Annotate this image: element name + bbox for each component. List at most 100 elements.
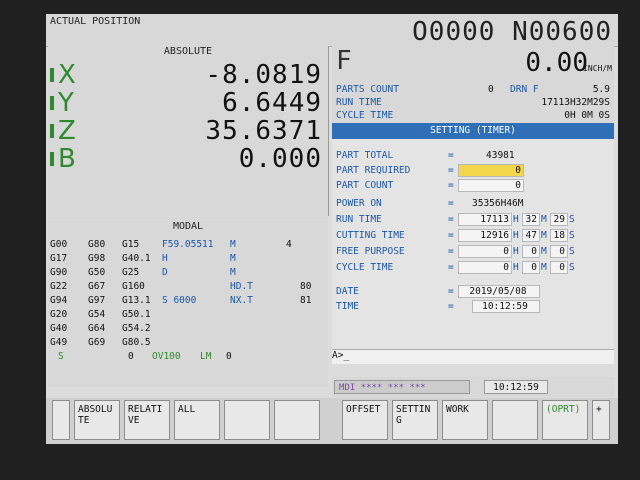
drn-value: 5.9 <box>592 84 610 95</box>
modal-code: G54.2 <box>122 323 151 334</box>
minutes-unit: M <box>541 214 547 225</box>
modal-line: G00 G80 G15 F59.05511 M 4 <box>50 239 326 253</box>
all-softkey[interactable]: ALL <box>174 400 220 440</box>
modal-line: G49 G69 G80.5 <box>50 337 326 351</box>
hours-unit: H <box>513 214 519 225</box>
run-time-seconds-field[interactable]: 29 <box>550 213 568 226</box>
relative-softkey[interactable]: RELATI VE <box>124 400 170 440</box>
run-time-label: RUN TIME <box>336 214 382 225</box>
power-on-label: POWER ON <box>336 198 382 209</box>
run-time-minutes-field[interactable]: 32 <box>522 213 540 226</box>
cycle-time-minutes-field[interactable]: 0 <box>522 261 540 274</box>
feed-rate-panel: F 0.00 INCH/M <box>332 46 614 83</box>
axis-name: B <box>58 144 76 174</box>
machine-stats: PARTS COUNT 0 DRN F 5.9 RUN TIME 17113H3… <box>332 82 614 124</box>
free-purpose-hours-field[interactable]: 0 <box>458 245 512 258</box>
next-page-softkey[interactable]: + <box>592 400 610 440</box>
modal-code: G69 <box>88 337 106 348</box>
drn-label: DRN F <box>510 84 539 95</box>
seconds-unit: S <box>569 214 575 225</box>
cutting-time-minutes-field[interactable]: 47 <box>522 229 540 242</box>
setting-softkey[interactable]: SETTIN G <box>392 400 438 440</box>
cycle-time-label: CYCLE TIME <box>336 262 394 273</box>
seconds-unit: S <box>569 262 575 273</box>
modal-line: G17 G98 G40.1 H M <box>50 253 326 267</box>
axis-name: X <box>58 60 76 90</box>
run-time-value: 17113H32M29S <box>541 97 610 108</box>
cutting-time-row: CUTTING TIME = 12916 H 47 M 18 S <box>336 229 612 244</box>
top-bar: ACTUAL POSITION O0000 N00600 <box>46 14 618 47</box>
power-on-row: POWER ON = 35356H46M <box>336 197 612 212</box>
absolute-heading: ABSOLUTE <box>163 46 213 57</box>
modal-code: S 6000 <box>162 295 197 306</box>
absolute-softkey[interactable]: ABSOLU TE <box>74 400 120 440</box>
axis-marker-icon <box>50 152 54 166</box>
cutting-time-seconds-field[interactable]: 18 <box>550 229 568 242</box>
date-field[interactable]: 2019/05/08 <box>458 285 540 298</box>
modal-code: D <box>162 267 168 278</box>
blank-softkey-2[interactable] <box>274 400 320 440</box>
blank-softkey-1[interactable] <box>224 400 270 440</box>
modal-code: G50.1 <box>122 309 151 320</box>
modal-line: G40 G64 G54.2 <box>50 323 326 337</box>
cycle-time-value: 0H 0M 0S <box>564 110 610 121</box>
modal-footer: S 0 OV100 LM 0 <box>50 351 326 365</box>
modal-line: G22 G67 G160 HD.T 80 <box>50 281 326 295</box>
cycle-time-row: CYCLE TIME = 0 H 0 M 0 S <box>336 261 612 276</box>
part-count-label: PART COUNT <box>336 180 394 191</box>
free-purpose-seconds-field[interactable]: 0 <box>550 245 568 258</box>
modal-heading: MODAL <box>172 221 204 232</box>
equals-sign: = <box>448 301 454 312</box>
blank-softkey-3[interactable] <box>492 400 538 440</box>
equals-sign: = <box>448 262 454 273</box>
operation-softkey[interactable]: (OPRT) <box>542 400 588 440</box>
time-field[interactable]: 10:12:59 <box>472 300 540 313</box>
run-time-hours-field[interactable]: 17113 <box>458 213 512 226</box>
parts-count-value: 0 <box>488 84 494 95</box>
work-softkey[interactable]: WORK <box>442 400 488 440</box>
modal-code: G67 <box>88 281 106 292</box>
offset-softkey[interactable]: OFFSET <box>342 400 388 440</box>
seconds-unit: S <box>569 230 575 241</box>
modal-code: NX.T <box>230 295 253 306</box>
part-count-field[interactable]: 0 <box>458 179 524 192</box>
cycle-time-hours-field[interactable]: 0 <box>458 261 512 274</box>
time-label: TIME <box>336 301 359 312</box>
free-purpose-minutes-field[interactable]: 0 <box>522 245 540 258</box>
axis-row-b: B 0.000 <box>48 144 328 174</box>
axis-marker-icon <box>50 96 54 110</box>
modal-code: M <box>230 253 236 264</box>
softkey-bar: ABSOLU TE RELATI VE ALL OFFSET SETTIN G … <box>46 398 618 444</box>
axis-row-x: X -8.0819 <box>48 60 328 90</box>
modal-code: G80 <box>88 239 106 250</box>
axis-marker-icon <box>50 124 54 138</box>
equals-sign: = <box>448 198 454 209</box>
axis-marker-icon <box>50 68 54 82</box>
input-prompt[interactable]: A>_ <box>332 349 614 364</box>
absolute-position-panel: ABSOLUTE X -8.0819 Y 6.6449 Z 35.6371 B … <box>48 46 329 216</box>
cycle-time-seconds-field[interactable]: 0 <box>550 261 568 274</box>
modal-code: G17 <box>50 253 68 264</box>
part-required-field[interactable]: 0 <box>458 164 524 177</box>
softkey-back-button[interactable] <box>52 400 70 440</box>
modal-panel: MODAL G00 G80 G15 F59.05511 M 4 G17 G98 … <box>48 217 328 387</box>
cutting-time-hours-field[interactable]: 12916 <box>458 229 512 242</box>
modal-code: M <box>230 239 236 250</box>
part-required-label: PART REQUIRED <box>336 165 411 176</box>
modal-code: G40 <box>50 323 68 334</box>
lm-value: 0 <box>226 351 232 362</box>
run-time-row: RUN TIME = 17113 H 32 M 29 S <box>336 213 612 228</box>
modal-code: G00 <box>50 239 68 250</box>
axis-value: 35.6371 <box>205 116 322 146</box>
hours-unit: H <box>513 262 519 273</box>
date-label: DATE <box>336 286 359 297</box>
modal-code: G98 <box>88 253 106 264</box>
override-label: OV100 <box>152 351 181 362</box>
run-time-row: RUN TIME 17113H32M29S <box>336 97 612 110</box>
hours-unit: H <box>513 246 519 257</box>
axis-name: Z <box>58 116 76 146</box>
setting-timer-panel: PART TOTAL = 43981 PART REQUIRED = 0 PAR… <box>332 139 614 349</box>
modal-code: G80.5 <box>122 337 151 348</box>
modal-code: 81 <box>300 295 312 306</box>
feed-label: F <box>336 46 352 76</box>
